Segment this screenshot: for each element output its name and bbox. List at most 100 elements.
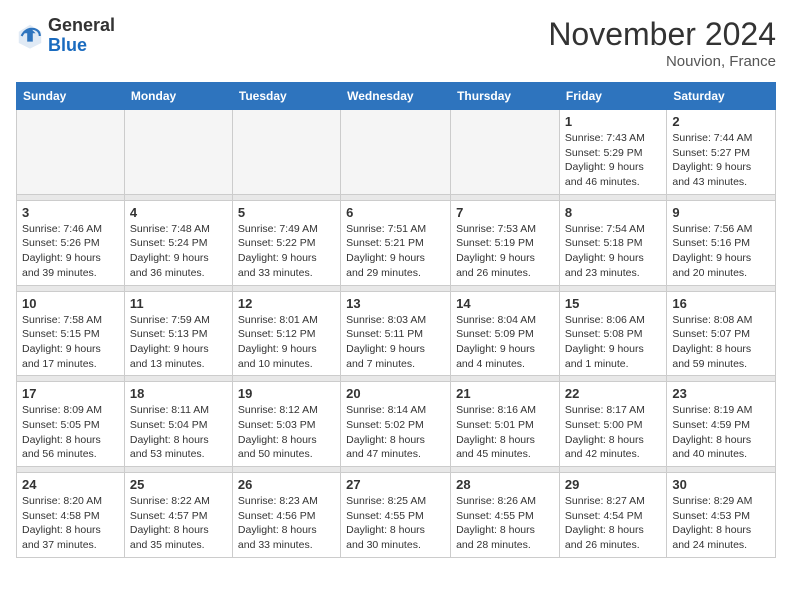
- day-cell: 19Sunrise: 8:12 AM Sunset: 5:03 PM Dayli…: [232, 382, 340, 467]
- day-cell: [451, 110, 560, 195]
- day-cell: 3 Sunrise: 7:46 AM Sunset: 5:26 PM Daylig…: [17, 200, 125, 285]
- day-info: Sunrise: 8:14 AM Sunset: 5:02 PM Dayligh…: [346, 403, 445, 462]
- day-info: Sunrise: 7:53 AM Sunset: 5:19 PM Dayligh…: [456, 222, 554, 281]
- col-tuesday: Tuesday: [232, 83, 340, 110]
- week-row-1: 3 Sunrise: 7:46 AM Sunset: 5:26 PM Daylig…: [17, 200, 776, 285]
- header-row: Sunday Monday Tuesday Wednesday Thursday…: [17, 83, 776, 110]
- day-info: Sunrise: 8:16 AM Sunset: 5:01 PM Dayligh…: [456, 403, 554, 462]
- week-row-2: 10 Sunrise: 7:58 AM Sunset: 5:15 PM Dayli…: [17, 291, 776, 376]
- logo-text: General Blue: [48, 16, 115, 56]
- day-cell: 2Sunrise: 7:44 AM Sunset: 5:27 PM Daylig…: [667, 110, 776, 195]
- day-number: 14: [456, 296, 554, 311]
- day-cell: 12 Sunrise: 8:01 AM Sunset: 5:12 PM Dayli…: [232, 291, 340, 376]
- day-info: Sunrise: 7:58 AM Sunset: 5:15 PM Dayligh…: [22, 313, 119, 372]
- day-cell: 10 Sunrise: 7:58 AM Sunset: 5:15 PM Dayli…: [17, 291, 125, 376]
- day-number: 3: [22, 205, 119, 220]
- day-number: 13: [346, 296, 445, 311]
- day-info: Sunrise: 8:03 AM Sunset: 5:11 PM Dayligh…: [346, 313, 445, 372]
- day-number: 5: [238, 205, 335, 220]
- day-cell: [124, 110, 232, 195]
- day-number: 7: [456, 205, 554, 220]
- day-cell: 1 Sunrise: 7:43 AM Sunset: 5:29 PM Daylig…: [559, 110, 666, 195]
- week-row-0: 1 Sunrise: 7:43 AM Sunset: 5:29 PM Daylig…: [17, 110, 776, 195]
- col-thursday: Thursday: [451, 83, 560, 110]
- day-info: Sunrise: 8:01 AM Sunset: 5:12 PM Dayligh…: [238, 313, 335, 372]
- col-saturday: Saturday: [667, 83, 776, 110]
- day-cell: 30Sunrise: 8:29 AM Sunset: 4:53 PM Dayli…: [667, 473, 776, 558]
- day-info: Sunrise: 8:08 AM Sunset: 5:07 PM Dayligh…: [672, 313, 770, 372]
- day-info: Sunrise: 7:44 AM Sunset: 5:27 PM Dayligh…: [672, 131, 770, 190]
- day-cell: [17, 110, 125, 195]
- day-cell: 6 Sunrise: 7:51 AM Sunset: 5:21 PM Daylig…: [341, 200, 451, 285]
- day-number: 16: [672, 296, 770, 311]
- day-info: Sunrise: 8:04 AM Sunset: 5:09 PM Dayligh…: [456, 313, 554, 372]
- day-info: Sunrise: 8:27 AM Sunset: 4:54 PM Dayligh…: [565, 494, 661, 553]
- day-cell: [232, 110, 340, 195]
- logo-blue: Blue: [48, 36, 115, 56]
- day-number: 8: [565, 205, 661, 220]
- day-info: Sunrise: 8:20 AM Sunset: 4:58 PM Dayligh…: [22, 494, 119, 553]
- day-number: 15: [565, 296, 661, 311]
- page-container: General Blue November 2024 Nouvion, Fran…: [16, 16, 776, 558]
- header: General Blue November 2024 Nouvion, Fran…: [16, 16, 776, 70]
- day-number: 4: [130, 205, 227, 220]
- day-cell: 14 Sunrise: 8:04 AM Sunset: 5:09 PM Dayli…: [451, 291, 560, 376]
- day-info: Sunrise: 7:46 AM Sunset: 5:26 PM Dayligh…: [22, 222, 119, 281]
- col-friday: Friday: [559, 83, 666, 110]
- week-row-3: 17Sunrise: 8:09 AM Sunset: 5:05 PM Dayli…: [17, 382, 776, 467]
- day-number: 6: [346, 205, 445, 220]
- day-info: Sunrise: 7:43 AM Sunset: 5:29 PM Dayligh…: [565, 131, 661, 190]
- day-number: 26: [238, 477, 335, 492]
- day-cell: 24 Sunrise: 8:20 AM Sunset: 4:58 PM Dayli…: [17, 473, 125, 558]
- logo-general: General: [48, 16, 115, 36]
- day-cell: 7 Sunrise: 7:53 AM Sunset: 5:19 PM Daylig…: [451, 200, 560, 285]
- day-cell: 9Sunrise: 7:56 AM Sunset: 5:16 PM Daylig…: [667, 200, 776, 285]
- day-info: Sunrise: 8:25 AM Sunset: 4:55 PM Dayligh…: [346, 494, 445, 553]
- day-cell: 5 Sunrise: 7:49 AM Sunset: 5:22 PM Daylig…: [232, 200, 340, 285]
- day-number: 11: [130, 296, 227, 311]
- day-number: 19: [238, 386, 335, 401]
- day-info: Sunrise: 7:49 AM Sunset: 5:22 PM Dayligh…: [238, 222, 335, 281]
- day-number: 23: [672, 386, 770, 401]
- day-info: Sunrise: 8:23 AM Sunset: 4:56 PM Dayligh…: [238, 494, 335, 553]
- day-number: 1: [565, 114, 661, 129]
- col-sunday: Sunday: [17, 83, 125, 110]
- week-row-4: 24 Sunrise: 8:20 AM Sunset: 4:58 PM Dayli…: [17, 473, 776, 558]
- day-cell: 26 Sunrise: 8:23 AM Sunset: 4:56 PM Dayli…: [232, 473, 340, 558]
- logo-icon: [16, 22, 44, 50]
- day-cell: [341, 110, 451, 195]
- day-info: Sunrise: 8:11 AM Sunset: 5:04 PM Dayligh…: [130, 403, 227, 462]
- day-info: Sunrise: 7:48 AM Sunset: 5:24 PM Dayligh…: [130, 222, 227, 281]
- day-number: 27: [346, 477, 445, 492]
- day-info: Sunrise: 7:54 AM Sunset: 5:18 PM Dayligh…: [565, 222, 661, 281]
- day-number: 10: [22, 296, 119, 311]
- location-title: Nouvion, France: [548, 53, 776, 70]
- col-wednesday: Wednesday: [341, 83, 451, 110]
- day-info: Sunrise: 8:17 AM Sunset: 5:00 PM Dayligh…: [565, 403, 661, 462]
- day-number: 21: [456, 386, 554, 401]
- day-cell: 20 Sunrise: 8:14 AM Sunset: 5:02 PM Dayli…: [341, 382, 451, 467]
- logo: General Blue: [16, 16, 115, 56]
- day-number: 24: [22, 477, 119, 492]
- day-info: Sunrise: 7:51 AM Sunset: 5:21 PM Dayligh…: [346, 222, 445, 281]
- day-number: 18: [130, 386, 227, 401]
- day-number: 30: [672, 477, 770, 492]
- day-cell: 29 Sunrise: 8:27 AM Sunset: 4:54 PM Dayli…: [559, 473, 666, 558]
- day-number: 20: [346, 386, 445, 401]
- day-cell: 25Sunrise: 8:22 AM Sunset: 4:57 PM Dayli…: [124, 473, 232, 558]
- day-number: 25: [130, 477, 227, 492]
- title-area: November 2024 Nouvion, France: [548, 16, 776, 70]
- day-cell: 27 Sunrise: 8:25 AM Sunset: 4:55 PM Dayli…: [341, 473, 451, 558]
- calendar-table: Sunday Monday Tuesday Wednesday Thursday…: [16, 82, 776, 558]
- day-cell: 17Sunrise: 8:09 AM Sunset: 5:05 PM Dayli…: [17, 382, 125, 467]
- day-number: 28: [456, 477, 554, 492]
- day-cell: 16 Sunrise: 8:08 AM Sunset: 5:07 PM Dayli…: [667, 291, 776, 376]
- day-number: 29: [565, 477, 661, 492]
- day-info: Sunrise: 8:19 AM Sunset: 4:59 PM Dayligh…: [672, 403, 770, 462]
- day-info: Sunrise: 7:59 AM Sunset: 5:13 PM Dayligh…: [130, 313, 227, 372]
- day-cell: 23 Sunrise: 8:19 AM Sunset: 4:59 PM Dayli…: [667, 382, 776, 467]
- day-cell: 18 Sunrise: 8:11 AM Sunset: 5:04 PM Dayli…: [124, 382, 232, 467]
- day-number: 9: [672, 205, 770, 220]
- day-number: 22: [565, 386, 661, 401]
- day-number: 12: [238, 296, 335, 311]
